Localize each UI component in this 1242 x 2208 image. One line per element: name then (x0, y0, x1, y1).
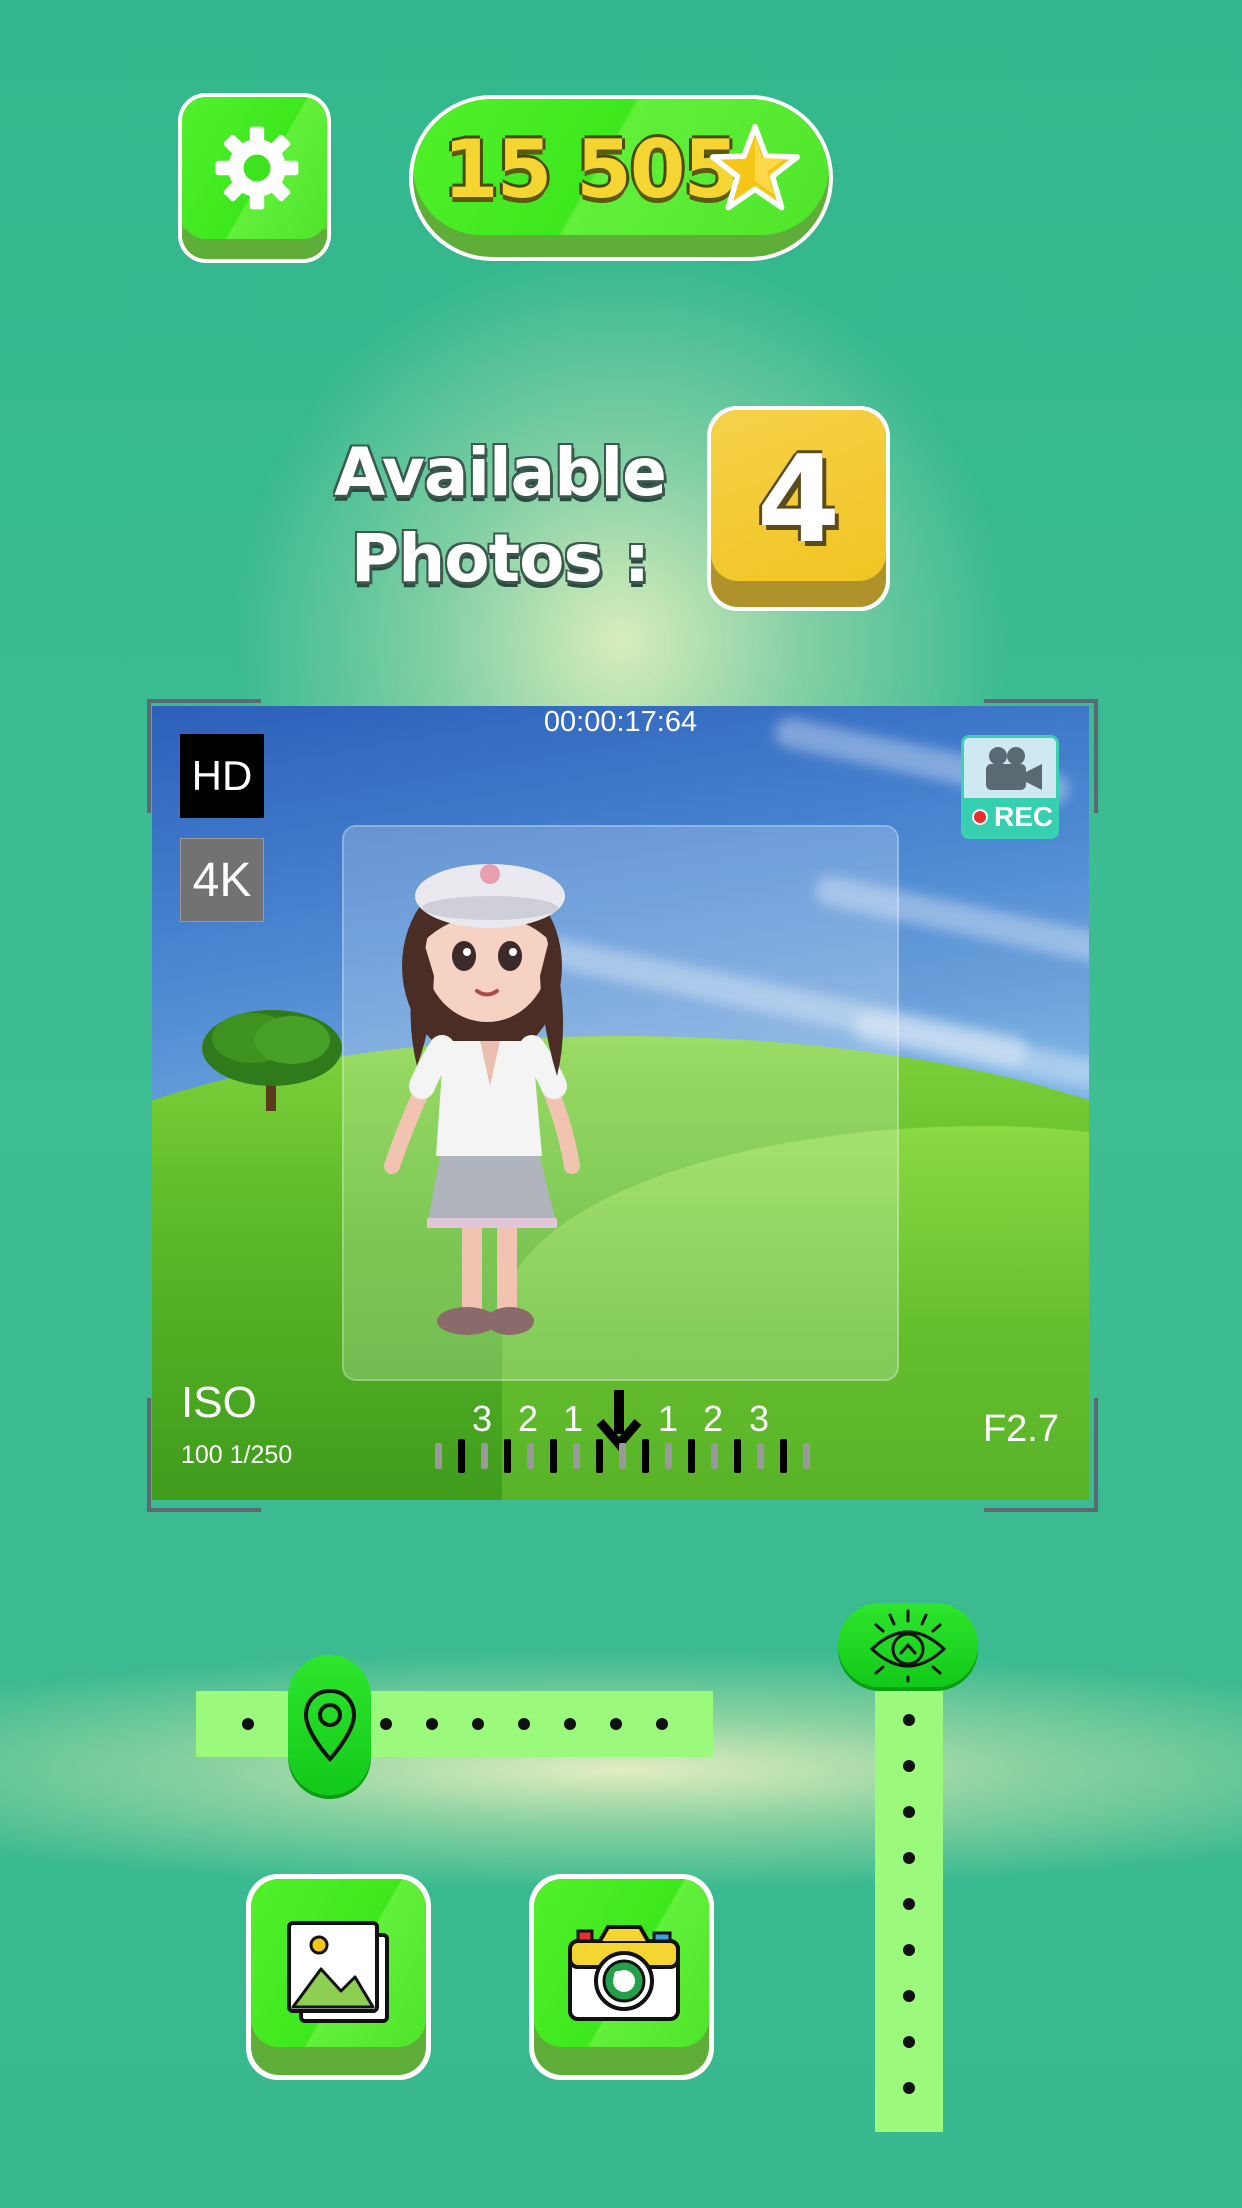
pin-icon (303, 1688, 357, 1762)
slider-step-dot (903, 1714, 915, 1726)
available-photos-label: Available Photos : (300, 430, 700, 602)
exposure-scale-label: 1 (562, 1398, 584, 1439)
photo-count: 4 (756, 431, 841, 570)
slider-step-dot (380, 1718, 392, 1730)
slider-step-dot (903, 1852, 915, 1864)
horizontal-slider-track[interactable] (196, 1691, 713, 1757)
slider-step-dot (903, 1944, 915, 1956)
slider-step-dot (518, 1718, 530, 1730)
star-icon (709, 123, 801, 211)
slider-step-dot (903, 1990, 915, 2002)
coin-count: 15 505 (443, 123, 739, 216)
rec-indicator-icon (972, 809, 988, 825)
exposure-tick (665, 1443, 672, 1469)
available-label-line1: Available (334, 434, 667, 511)
gear-icon (215, 126, 299, 210)
camera-icon (568, 1925, 680, 2021)
exposure-tick (757, 1443, 764, 1469)
slider-step-dot (426, 1718, 438, 1730)
exposure-scale-label: 1 (657, 1398, 679, 1439)
exposure-tick (803, 1443, 810, 1469)
exposure-tick (711, 1443, 718, 1469)
exposure-tick (527, 1443, 534, 1469)
iso-value: 100 1/250 (181, 1441, 293, 1469)
slider-step-dot (564, 1718, 576, 1730)
exposure-tick (619, 1443, 626, 1469)
exposure-scale-label: 3 (471, 1398, 493, 1439)
exposure-tick (688, 1439, 695, 1473)
record-timecode: 00:00:17:64 (543, 706, 698, 738)
exposure-tick (573, 1443, 580, 1469)
vertical-slider-thumb[interactable] (838, 1603, 978, 1687)
exposure-scale-label: 3 (748, 1398, 770, 1439)
slider-step-dot (610, 1718, 622, 1730)
exposure-tick (642, 1439, 649, 1473)
gallery-icon (287, 1921, 389, 2023)
gallery-button[interactable] (246, 1874, 431, 2080)
record-button[interactable]: REC (961, 735, 1059, 839)
quality-4k-button[interactable]: 4K (180, 838, 264, 922)
exposure-tick (504, 1439, 511, 1473)
exposure-tick (780, 1439, 787, 1473)
exposure-tick (550, 1439, 557, 1473)
aperture-value: F2.7 (982, 1408, 1059, 1450)
take-photo-button[interactable] (529, 1874, 714, 2080)
eye-icon (869, 1609, 947, 1683)
slider-step-dot (903, 1806, 915, 1818)
slider-step-dot (472, 1718, 484, 1730)
exposure-scale-label: 2 (517, 1398, 539, 1439)
exposure-tick (458, 1439, 465, 1473)
exposure-tick (596, 1439, 603, 1473)
iso-label: ISO (181, 1378, 257, 1427)
exposure-tick (481, 1443, 488, 1469)
videocam-icon (986, 747, 1042, 790)
slider-step-dot (656, 1718, 668, 1730)
slider-step-dot (903, 2036, 915, 2048)
vertical-slider-track[interactable] (875, 1660, 943, 2132)
horizontal-slider-thumb[interactable] (288, 1655, 371, 1795)
slider-step-dot (903, 1760, 915, 1772)
exposure-scale-label: 2 (702, 1398, 724, 1439)
camera-viewfinder[interactable]: 00:00:17:64 HD 4K REC ISO 100 1/250 F2.7… (152, 706, 1089, 1500)
slider-step-dot (903, 2082, 915, 2094)
exposure-tick (734, 1439, 741, 1473)
coin-counter: 15 505 (409, 95, 833, 261)
settings-button[interactable] (178, 93, 331, 263)
photo-count-badge: 4 (707, 406, 890, 611)
character-figure (384, 864, 580, 1335)
rec-label: REC (994, 801, 1054, 832)
available-label-line2: Photos : (350, 520, 650, 597)
slider-step-dot (242, 1718, 254, 1730)
exposure-tick (435, 1443, 442, 1469)
tree-icon (202, 1010, 342, 1111)
slider-step-dot (903, 1898, 915, 1910)
quality-hd-button[interactable]: HD (180, 734, 264, 818)
